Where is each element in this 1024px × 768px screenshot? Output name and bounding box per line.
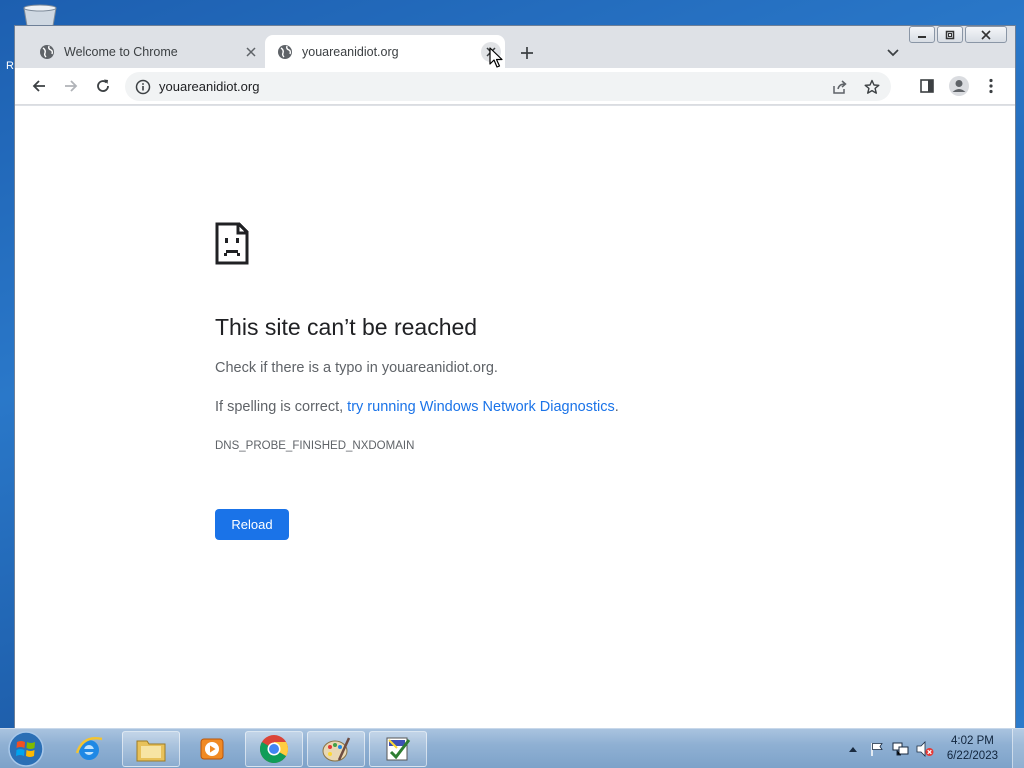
chrome-icon [260,735,288,763]
file-explorer-icon [136,740,166,762]
arrow-left-icon [32,80,45,92]
side-panel-button[interactable] [914,73,940,99]
kebab-menu-icon [989,78,993,94]
error-suggestion: If spelling is correct, try running Wind… [215,399,619,415]
media-player-icon [200,738,224,760]
new-tab-button[interactable] [515,41,539,65]
taskbar-media-player[interactable] [183,731,241,767]
tab-strip: Welcome to Chrome youareanidiot.org [15,26,1015,68]
share-button[interactable] [827,74,853,100]
tab-welcome[interactable]: Welcome to Chrome [27,35,265,68]
bookmark-button[interactable] [859,74,885,100]
arrow-right-icon [65,80,78,92]
recycle-bin-icon[interactable] [20,4,60,26]
chrome-window: Welcome to Chrome youareanidiot.org youa… [14,25,1016,729]
volume-muted-icon [916,741,934,757]
show-hidden-icons-button[interactable] [843,739,863,759]
error-code: DNS_PROBE_FINISHED_NXDOMAIN [215,440,415,452]
taskbar-chrome[interactable] [245,731,303,767]
desktop-icon-label-partial: R [6,60,14,72]
taskbar-paint[interactable] [307,731,365,767]
task-app-icon [386,737,411,761]
star-icon [864,79,880,94]
error-description: Check if there is a typo in youareanidio… [215,360,498,376]
reload-icon [97,79,109,92]
taskbar-task-app[interactable] [369,731,427,767]
info-icon[interactable] [135,79,151,95]
globe-icon [278,44,292,59]
browser-toolbar: youareanidiot.org [15,68,1015,105]
show-desktop-button[interactable] [1012,729,1024,768]
close-icon [246,46,256,57]
system-tray: 4:02 PM 6/22/2023 [843,729,1024,768]
network-diagnostics-link[interactable]: try running Windows Network Diagnostics [347,399,615,415]
tab-youareanidiot[interactable]: youareanidiot.org [265,35,505,68]
clock[interactable]: 4:02 PM 6/22/2023 [947,734,998,764]
internet-explorer-icon [75,737,103,760]
flag-icon [871,743,883,756]
mouse-cursor-icon [489,47,503,68]
tab-title: youareanidiot.org [302,44,399,59]
forward-button[interactable] [58,73,84,99]
globe-icon [40,44,54,59]
error-title: This site can’t be reached [215,314,478,340]
share-icon [833,79,847,94]
clock-time: 4:02 PM [951,735,994,747]
start-button[interactable] [6,730,46,768]
taskbar-file-explorer[interactable] [122,731,180,767]
back-button[interactable] [26,73,52,99]
avatar-icon [949,76,969,96]
network-icon [892,742,909,756]
reload-toolbar-button[interactable] [90,73,116,99]
tab-search-button[interactable] [881,41,905,65]
tab-title: Welcome to Chrome [64,44,178,59]
tab-close-button[interactable] [241,42,261,62]
page-content: This site can’t be reached Check if ther… [15,106,1015,729]
url-text[interactable]: youareanidiot.org [159,79,827,94]
suggestion-suffix: . [614,399,619,415]
paint-icon [322,737,351,762]
reload-button[interactable]: Reload [215,509,289,540]
taskbar-internet-explorer[interactable] [60,731,118,767]
action-center-button[interactable] [867,739,887,759]
chevron-up-icon [848,747,857,752]
chrome-menu-button[interactable] [978,73,1004,99]
side-panel-icon [920,79,934,93]
network-button[interactable] [891,739,911,759]
sad-document-icon [215,222,249,265]
volume-button[interactable] [915,739,935,759]
taskbar: 4:02 PM 6/22/2023 [0,728,1024,768]
profile-button[interactable] [946,73,972,99]
clock-date: 6/22/2023 [946,750,998,762]
chevron-down-icon [887,49,899,57]
address-bar[interactable]: youareanidiot.org [125,72,891,101]
plus-icon [521,47,533,59]
suggestion-prefix: If spelling is correct, [215,399,348,415]
